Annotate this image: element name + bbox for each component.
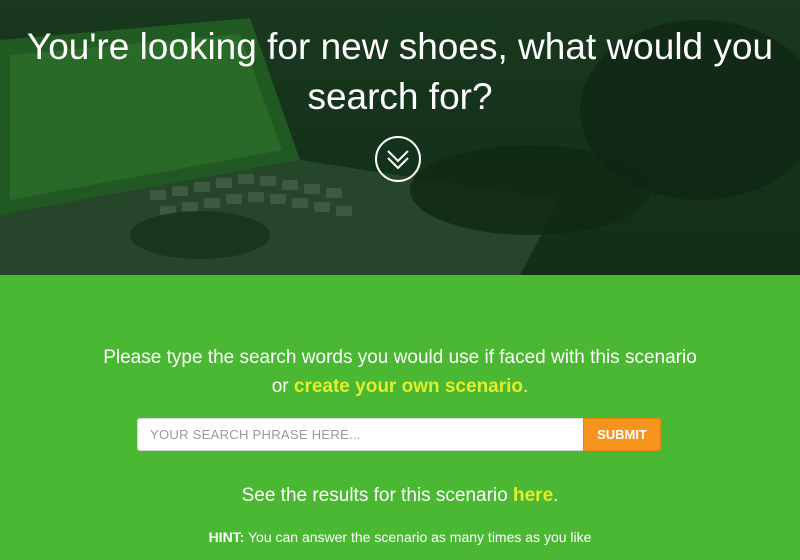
create-scenario-link[interactable]: create your own scenario: [294, 376, 523, 397]
hint-text: You can answer the scenario as many time…: [244, 529, 592, 545]
scroll-down-button[interactable]: [375, 136, 421, 182]
page-title: You're looking for new shoes, what would…: [26, 26, 774, 117]
search-form: SUBMIT: [137, 418, 661, 451]
scenario-prompt: Please type the search words you would u…: [100, 343, 700, 401]
hint-label: HINT:: [208, 529, 245, 545]
chevron-double-down-icon: [387, 150, 409, 170]
hint-line: HINT: You can answer the scenario as man…: [100, 527, 700, 547]
results-here-link[interactable]: here: [513, 485, 553, 506]
hero-banner: You're looking for new shoes, what would…: [0, 0, 800, 275]
results-text-end: .: [553, 485, 559, 506]
prompt-text-end: .: [523, 376, 529, 397]
results-line: See the results for this scenario here.: [100, 483, 700, 509]
search-phrase-input[interactable]: [137, 418, 583, 451]
submit-button[interactable]: SUBMIT: [583, 418, 661, 451]
results-text: See the results for this scenario: [241, 485, 513, 506]
search-panel: Please type the search words you would u…: [0, 275, 800, 560]
